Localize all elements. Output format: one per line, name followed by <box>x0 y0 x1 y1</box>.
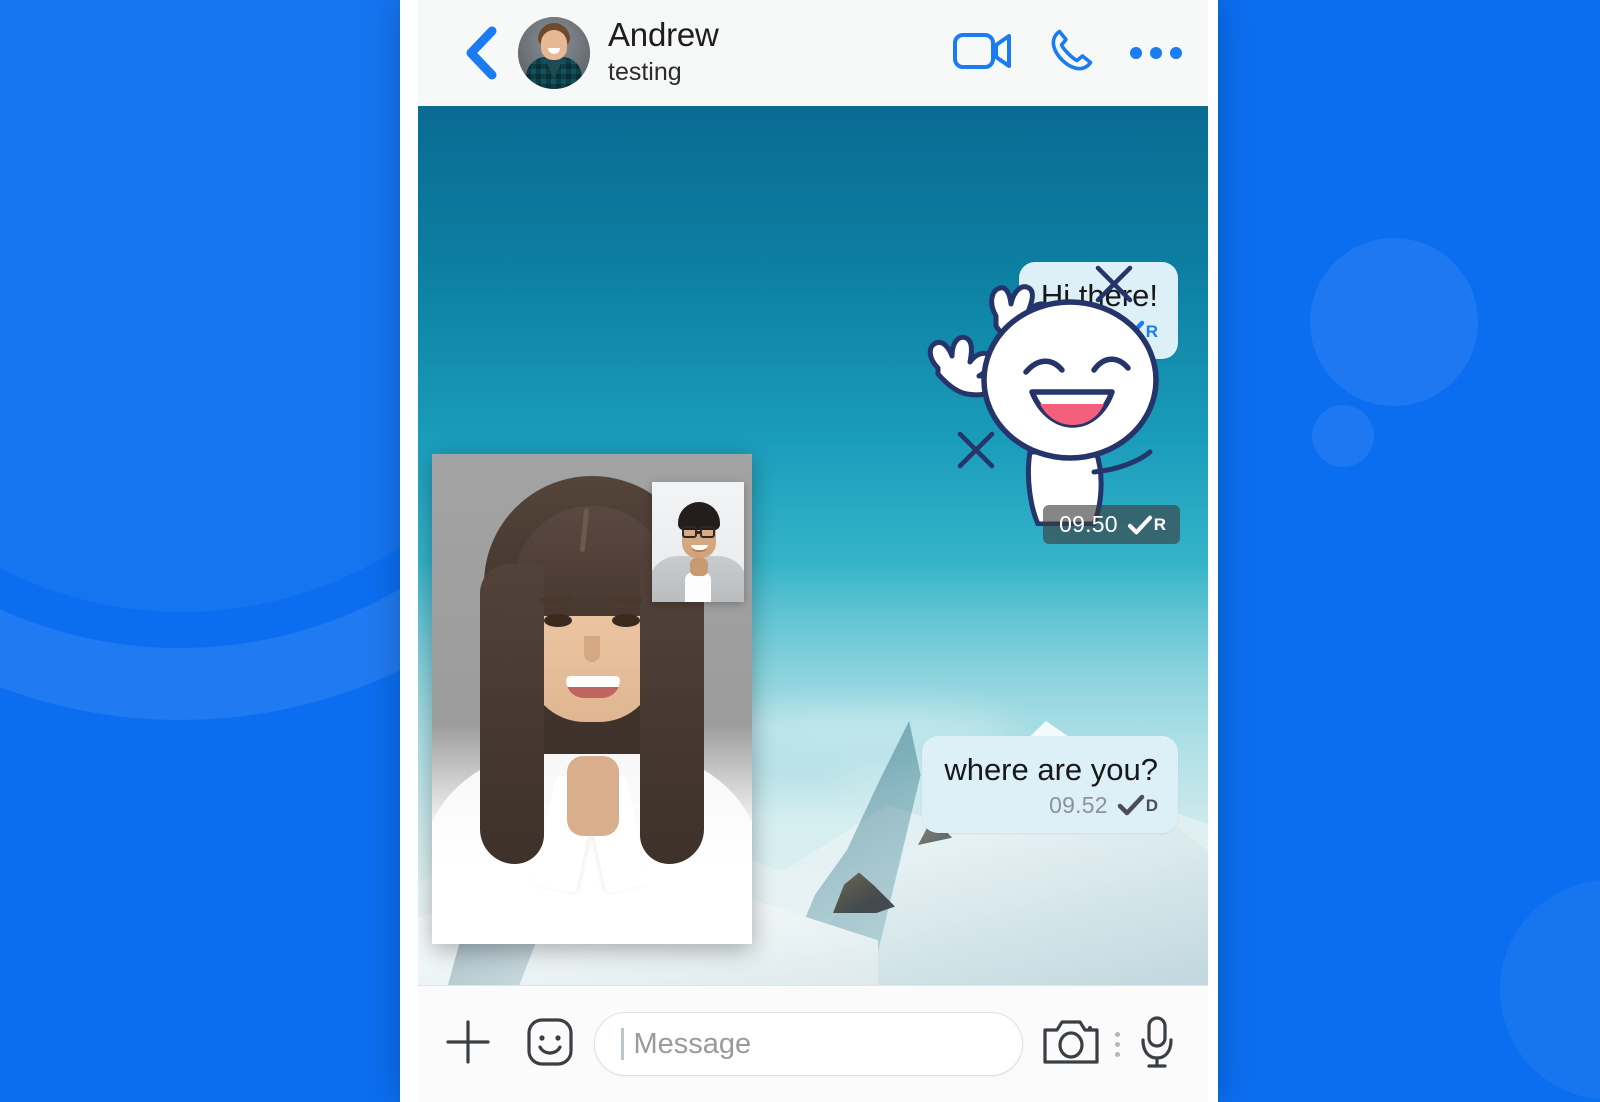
chat-header: Andrew testing <box>418 0 1208 106</box>
contact-status: testing <box>608 57 952 88</box>
message-bubble[interactable]: where are you? 09.52 D <box>922 736 1178 833</box>
message-timestamp: 09.52 <box>1049 792 1108 819</box>
message-row-outgoing[interactable]: where are you? 09.52 D <box>748 736 1178 833</box>
message-timestamp: 09.50 <box>1059 511 1118 538</box>
more-horizontal-icon <box>1128 37 1184 69</box>
video-call-button[interactable] <box>952 29 1014 78</box>
read-receipt-letter: R <box>1154 516 1166 533</box>
attach-button[interactable] <box>440 1014 496 1075</box>
message-meta: 09.50 R <box>1043 505 1180 544</box>
smiley-face-icon <box>524 1014 576 1075</box>
voice-record-button[interactable] <box>1134 1013 1180 1076</box>
phone-screen: Andrew testing <box>418 0 1208 1102</box>
read-receipt-letter: D <box>1146 797 1158 814</box>
chat-message-list[interactable]: Hi there! 09.50 R <box>418 106 1208 985</box>
camera-button[interactable] <box>1041 1016 1101 1073</box>
header-actions <box>952 26 1194 81</box>
read-receipt-icon: R <box>1127 515 1166 535</box>
video-call-overlay[interactable] <box>432 454 752 944</box>
sticker-button[interactable] <box>524 1014 576 1075</box>
avatar[interactable] <box>518 17 590 89</box>
message-input-placeholder: Message <box>634 1028 752 1061</box>
microphone-icon <box>1134 1013 1180 1076</box>
message-meta: 09.52 D <box>944 792 1158 819</box>
message-row-sticker[interactable]: 09.50 R <box>898 256 1188 526</box>
text-cursor <box>621 1028 624 1060</box>
overflow-button[interactable] <box>1101 1032 1134 1057</box>
video-call-self-view[interactable] <box>652 482 744 602</box>
decorative-circle-corner <box>1500 880 1600 1100</box>
contact-title-block[interactable]: Andrew testing <box>608 18 952 88</box>
plus-icon <box>440 1014 496 1075</box>
sticker-image[interactable] <box>898 256 1188 526</box>
chevron-left-icon <box>465 25 499 81</box>
message-input-field[interactable]: Message <box>594 1012 1023 1076</box>
camera-icon <box>1041 1016 1101 1073</box>
decorative-circle-small <box>1312 405 1374 467</box>
voice-call-button[interactable] <box>1046 26 1096 81</box>
more-options-button[interactable] <box>1128 37 1184 69</box>
page-title: Andrew <box>608 18 952 53</box>
message-text: where are you? <box>944 752 1158 788</box>
back-button[interactable] <box>460 25 504 81</box>
more-vertical-icon <box>1101 1032 1134 1057</box>
phone-handset-icon <box>1046 26 1096 81</box>
video-camera-icon <box>952 29 1014 78</box>
phone-frame: Andrew testing <box>400 0 1218 1102</box>
read-receipt-icon: D <box>1117 794 1158 816</box>
message-input-bar: Message <box>418 985 1208 1102</box>
decorative-circle-large <box>1310 238 1478 406</box>
